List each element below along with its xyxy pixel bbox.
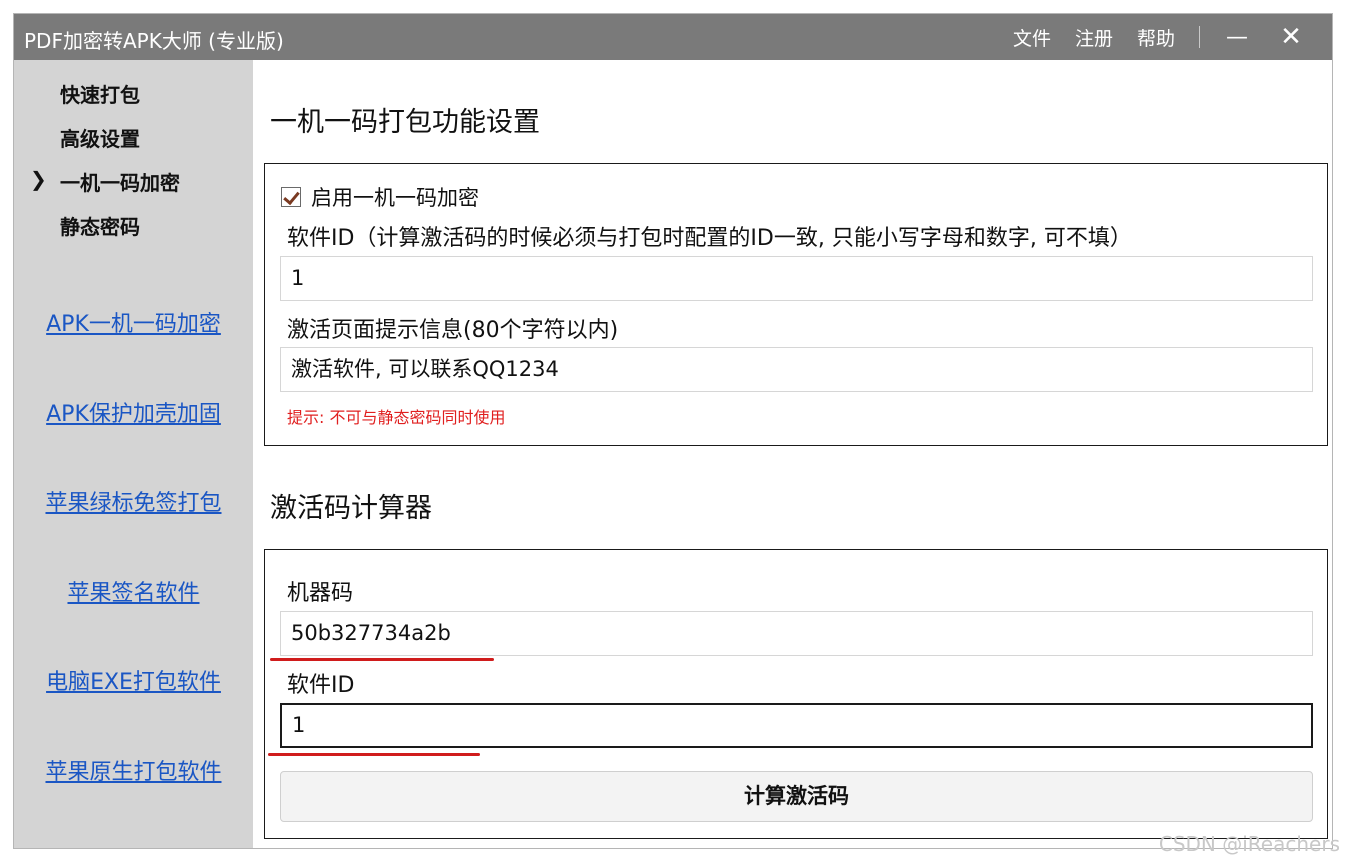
title-bar: PDF加密转APK大师 (专业版) 文件 注册 帮助 — ✕ xyxy=(14,14,1332,60)
link-apple-signing[interactable]: 苹果签名软件 xyxy=(14,575,253,607)
machine-code-input[interactable]: 50b327734a2b xyxy=(280,611,1313,656)
machine-code-label: 机器码 xyxy=(287,581,354,606)
link-exe-packaging[interactable]: 电脑EXE打包软件 xyxy=(14,664,253,696)
link-apk-protection[interactable]: APK保护加壳加固 xyxy=(14,396,253,428)
software-id-input[interactable]: 1 xyxy=(280,256,1313,301)
menu-register[interactable]: 注册 xyxy=(1075,24,1113,51)
link-apple-native-packaging[interactable]: 苹果原生打包软件 xyxy=(14,754,253,786)
link-apk-one-machine-code[interactable]: APK一机一码加密 xyxy=(14,306,253,338)
enable-encryption-label: 启用一机一码加密 xyxy=(311,186,479,210)
enable-encryption-checkbox[interactable]: 启用一机一码加密 xyxy=(281,182,479,212)
menu-help[interactable]: 帮助 xyxy=(1137,24,1175,51)
active-chevron-icon: ❯ xyxy=(30,167,47,191)
checkbox-checked-icon[interactable] xyxy=(281,187,301,207)
sidebar: 快速打包 高级设置 ❯ 一机一码加密 静态密码 APK一机一码加密 APK保护加… xyxy=(14,60,253,848)
sidebar-item-static-password[interactable]: 静态密码 xyxy=(60,211,140,240)
main-panel: 一机一码打包功能设置 启用一机一码加密 软件ID（计算激活码的时候必须与打包时配… xyxy=(253,60,1332,848)
sidebar-item-one-machine-one-code[interactable]: 一机一码加密 xyxy=(60,167,180,196)
activation-tip-label: 激活页面提示信息(80个字符以内) xyxy=(287,318,619,343)
app-window: PDF加密转APK大师 (专业版) 文件 注册 帮助 — ✕ 快速打包 高级设置… xyxy=(13,13,1333,849)
sidebar-item-advanced-settings[interactable]: 高级设置 xyxy=(60,123,140,152)
close-icon[interactable]: ✕ xyxy=(1274,22,1308,52)
sidebar-item-quick-pack[interactable]: 快速打包 xyxy=(60,79,140,108)
link-apple-green-badge[interactable]: 苹果绿标免签打包 xyxy=(14,485,253,517)
calculator-group: 机器码 50b327734a2b 软件ID 1 计算激活码 xyxy=(264,549,1328,839)
calc-software-id-input[interactable]: 1 xyxy=(280,703,1313,748)
annotation-underline xyxy=(268,753,480,756)
window-title: PDF加密转APK大师 (专业版) xyxy=(24,29,284,53)
minimize-icon[interactable]: — xyxy=(1220,25,1254,50)
hint-text: 提示: 不可与静态密码同时使用 xyxy=(287,408,506,427)
settings-section-title: 一机一码打包功能设置 xyxy=(270,107,540,138)
menu-bar: 文件 注册 帮助 — ✕ xyxy=(1013,14,1332,60)
menu-file[interactable]: 文件 xyxy=(1013,24,1051,51)
software-id-label: 软件ID（计算激活码的时候必须与打包时配置的ID一致, 只能小写字母和数字, 可… xyxy=(287,226,1132,251)
calculator-section-title: 激活码计算器 xyxy=(270,493,432,524)
calc-software-id-label: 软件ID xyxy=(287,673,355,698)
watermark: CSDN @iReachers xyxy=(1158,832,1340,856)
annotation-underline xyxy=(270,658,494,661)
menu-divider xyxy=(1199,26,1200,48)
calculate-activation-button[interactable]: 计算激活码 xyxy=(280,771,1313,822)
settings-group: 启用一机一码加密 软件ID（计算激活码的时候必须与打包时配置的ID一致, 只能小… xyxy=(264,163,1328,446)
activation-tip-input[interactable]: 激活软件, 可以联系QQ1234 xyxy=(280,347,1313,392)
